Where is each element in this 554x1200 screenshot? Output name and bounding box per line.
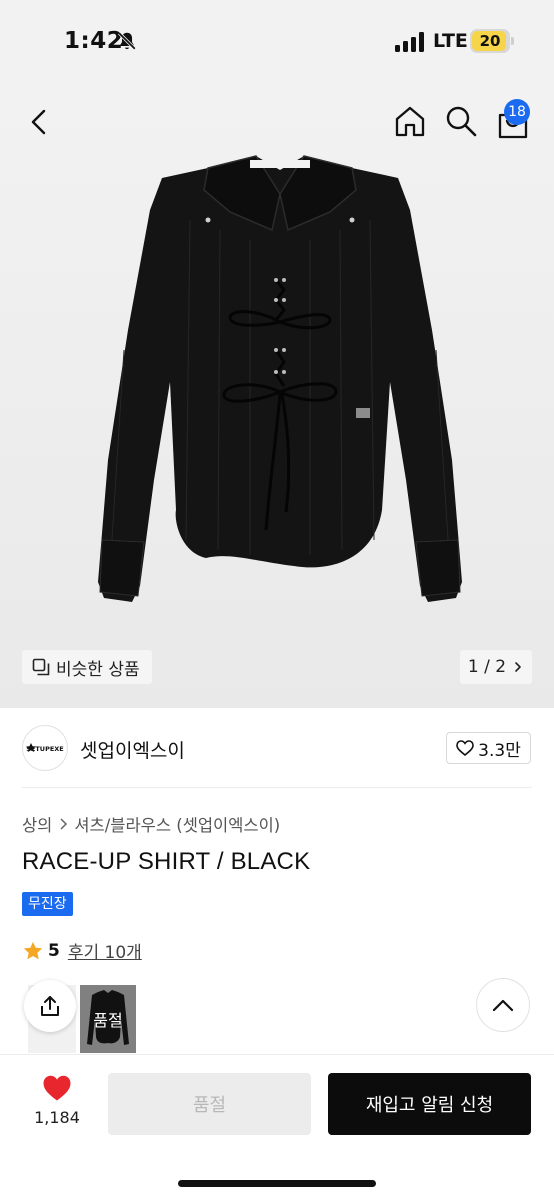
signal-bars-icon bbox=[395, 32, 424, 52]
wishlist-count: 1,184 bbox=[34, 1108, 80, 1127]
brand-like-count: 3.3만 bbox=[478, 740, 521, 761]
variant-soldout-label: 품절 bbox=[80, 985, 136, 1053]
home-icon[interactable] bbox=[393, 104, 427, 138]
status-time: 1:42 bbox=[64, 28, 124, 54]
product-rating: 5 후기 10개 bbox=[22, 938, 142, 963]
cart-count-badge: 18 bbox=[504, 99, 530, 125]
star-icon bbox=[23, 941, 43, 959]
divider bbox=[22, 787, 532, 788]
similar-products-button[interactable]: 비슷한 상품 bbox=[22, 650, 152, 684]
chevron-left-icon[interactable] bbox=[24, 106, 56, 138]
battery-icon: 20 bbox=[470, 29, 514, 53]
product-gallery[interactable]: 18 비슷한 상품 1 / 2 bbox=[0, 84, 554, 708]
brand-logo[interactable]: SETUPEXE bbox=[22, 725, 68, 771]
reviews-link[interactable]: 후기 10개 bbox=[68, 938, 142, 963]
product-title: RACE-UP SHIRT / BLACK bbox=[22, 848, 311, 875]
brand-name[interactable]: 셋업이엑스이 bbox=[80, 736, 185, 763]
share-icon bbox=[41, 996, 59, 1016]
image-pager[interactable]: 1 / 2 bbox=[460, 650, 532, 684]
breadcrumb-subcategory[interactable]: 셔츠/블라우스 (셋업이엑스이) bbox=[74, 812, 280, 836]
chevron-right-icon bbox=[515, 662, 521, 672]
promo-badge: 무진장 bbox=[22, 892, 73, 916]
breadcrumb-category[interactable]: 상의 bbox=[22, 812, 52, 836]
brand-logo-mark: SETUPEXE bbox=[26, 743, 64, 753]
status-bar: 1:42 LTE 20 bbox=[0, 0, 554, 84]
brand-like-button[interactable]: 3.3만 bbox=[446, 732, 531, 764]
bell-slash-icon bbox=[118, 32, 136, 50]
network-type: LTE bbox=[433, 30, 468, 52]
image-pager-label: 1 / 2 bbox=[467, 657, 507, 677]
scroll-top-button[interactable] bbox=[476, 978, 530, 1032]
search-icon[interactable] bbox=[444, 104, 478, 138]
wishlist-button[interactable]: 1,184 bbox=[30, 1074, 84, 1132]
product-image[interactable] bbox=[80, 150, 480, 620]
heart-icon bbox=[43, 1075, 71, 1101]
home-indicator bbox=[178, 1180, 376, 1187]
heart-outline-icon bbox=[456, 740, 474, 756]
restock-alert-button[interactable]: 재입고 알림 신청 bbox=[328, 1073, 531, 1135]
soldout-button: 품절 bbox=[108, 1073, 311, 1135]
variant-thumbnail-black[interactable]: 품절 bbox=[80, 985, 136, 1053]
battery-level: 20 bbox=[479, 32, 501, 50]
chevron-up-icon bbox=[492, 999, 514, 1012]
rating-score: 5 bbox=[48, 940, 60, 961]
breadcrumb: 상의 셔츠/블라우스 (셋업이엑스이) bbox=[22, 812, 280, 836]
chevron-right-icon bbox=[60, 818, 68, 830]
share-button[interactable] bbox=[24, 980, 76, 1032]
similar-products-label: 비슷한 상품 bbox=[56, 659, 140, 680]
copy-icon bbox=[32, 658, 50, 676]
